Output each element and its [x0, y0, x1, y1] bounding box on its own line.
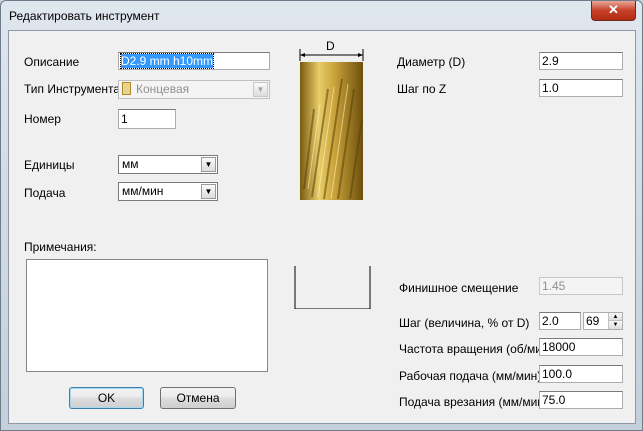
stock-outline — [294, 266, 371, 309]
feed-units-select[interactable]: мм/мин ▼ — [118, 182, 218, 201]
plunge-rate-label: Подача врезания (мм/мин) — [399, 395, 548, 409]
dialog-body: Описание D2.9 mm h10mm Тип Инструмента К… — [8, 30, 636, 424]
stepover-label: Шаг (величина, % от D) — [399, 316, 530, 330]
spinner-buttons: ▲ ▼ — [608, 313, 622, 329]
spindle-speed-field[interactable]: 18000 — [539, 338, 623, 356]
spindle-speed-label: Частота вращения (об/мин) — [399, 342, 553, 356]
title-bar[interactable]: Редактировать инструмент ✕ — [1, 1, 642, 29]
diameter-field[interactable]: 2.9 — [539, 52, 623, 70]
diameter-label: Диаметр (D) — [397, 55, 466, 69]
units-value: мм — [122, 157, 139, 171]
stepover-percent-value: 69 — [586, 314, 600, 328]
feed-rate-field[interactable]: 100.0 — [539, 365, 623, 383]
chevron-down-icon: ▼ — [253, 82, 268, 97]
units-select[interactable]: мм ▼ — [118, 155, 218, 174]
finish-offset-field[interactable]: 1.45 — [539, 277, 623, 295]
ok-button[interactable]: OK — [69, 387, 144, 409]
spin-down-icon[interactable]: ▼ — [609, 321, 622, 329]
plunge-rate-field[interactable]: 75.0 — [539, 391, 623, 409]
number-field[interactable]: 1 — [118, 109, 176, 129]
spin-up-icon[interactable]: ▲ — [609, 313, 622, 321]
window-title: Редактировать инструмент — [9, 9, 160, 23]
chevron-down-icon: ▼ — [201, 184, 216, 199]
notes-label: Примечания: — [24, 240, 97, 254]
description-label: Описание — [24, 55, 80, 69]
number-label: Номер — [24, 112, 61, 126]
z-step-field[interactable]: 1.0 — [539, 79, 623, 97]
finish-offset-label: Финишное смещение — [399, 281, 519, 295]
close-icon[interactable]: ✕ — [591, 1, 636, 21]
units-label: Единицы — [24, 158, 75, 172]
tool-diagram — [294, 49, 371, 309]
cancel-button[interactable]: Отмена — [160, 387, 236, 409]
tool-type-label: Тип Инструмента — [24, 82, 121, 96]
diameter-marker-label: D — [326, 39, 335, 53]
end-mill-icon — [122, 82, 131, 95]
edit-tool-dialog: Редактировать инструмент ✕ Описание D2.9… — [0, 0, 643, 431]
notes-textarea[interactable] — [26, 259, 268, 372]
description-value: D2.9 mm h10mm — [119, 53, 215, 69]
feed-rate-label: Рабочая подача (мм/мин) — [399, 369, 542, 383]
stepover-percent-stepper[interactable]: 69 ▲ ▼ — [583, 312, 623, 330]
feed-units-value: мм/мин — [122, 184, 164, 198]
description-field[interactable]: D2.9 mm h10mm — [118, 52, 270, 70]
chevron-down-icon: ▼ — [201, 157, 216, 172]
stepover-field[interactable]: 2.0 — [539, 312, 581, 330]
tool-type-select[interactable]: Концевая ▼ — [118, 80, 270, 99]
feed-label: Подача — [24, 186, 66, 200]
z-step-label: Шаг по Z — [397, 82, 447, 96]
tool-type-value: Концевая — [136, 82, 190, 96]
